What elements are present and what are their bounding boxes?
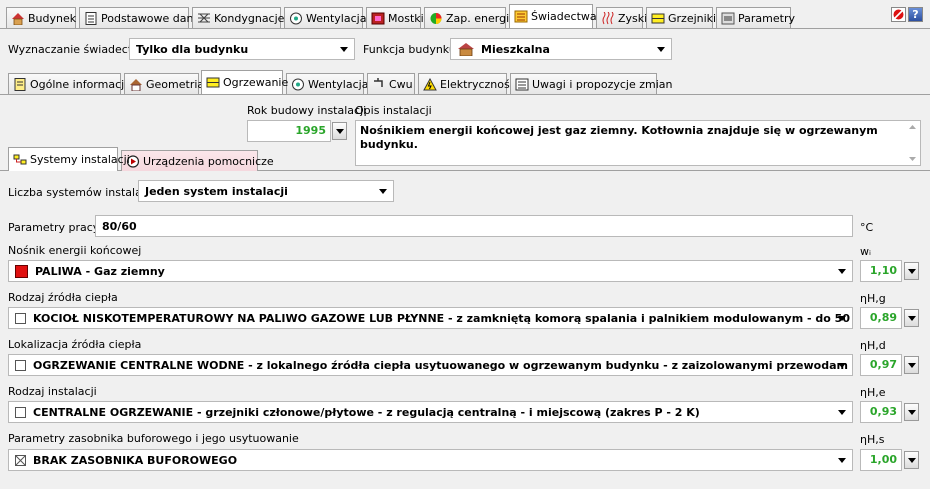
red-square-icon <box>15 264 28 278</box>
stop-button[interactable] <box>891 7 906 22</box>
tab-mostki[interactable]: Mostki <box>366 7 424 28</box>
tab-wentylacja-sub[interactable]: Wentylacja <box>286 73 368 94</box>
notes-icon <box>515 78 529 91</box>
chevron-down-icon <box>657 47 665 52</box>
coef-dropdown-button[interactable] <box>904 451 919 469</box>
work-params-field[interactable]: 80/60 <box>95 215 853 237</box>
fan-icon <box>289 12 303 25</box>
coef-label: ηH,s <box>860 433 885 446</box>
coef-label: wᵢ <box>860 245 871 258</box>
tab-systemy-instalacji[interactable]: Systemy instalacji <box>8 147 130 171</box>
coef-field[interactable]: 0,89 <box>860 307 902 329</box>
heat-gain-icon <box>601 11 615 25</box>
checkbox-icon <box>15 406 26 418</box>
chevron-down-icon <box>379 189 387 194</box>
chevron-down-icon <box>838 363 846 368</box>
coef-label: ηH,e <box>860 386 886 399</box>
coef-field[interactable]: 0,97 <box>860 354 902 376</box>
house-icon <box>11 12 25 25</box>
coef-dropdown-button[interactable] <box>904 403 919 421</box>
tab-wentylacja[interactable]: Wentylacja <box>284 7 366 28</box>
coef-field[interactable]: 0,93 <box>860 401 902 423</box>
coef-dropdown-button[interactable] <box>904 262 919 280</box>
tab-ogolne-informacje[interactable]: Ogólne informacje <box>8 73 131 94</box>
description-textarea[interactable]: Nośnikiem energii końcowej jest gaz ziem… <box>355 120 921 166</box>
coef-dropdown-button[interactable] <box>904 309 919 327</box>
heating-icon <box>206 76 220 89</box>
coef-field[interactable]: 1,10 <box>860 260 902 282</box>
warning-electric-icon <box>423 77 437 91</box>
chevron-down-icon <box>340 47 348 52</box>
checkbox-icon <box>15 312 26 324</box>
row-label: Parametry zasobnika buforowego i jego us… <box>8 432 299 445</box>
geometry-icon <box>129 78 143 91</box>
year-label: Rok budowy instalacji <box>247 104 367 117</box>
tab-budynek[interactable]: Budynek <box>6 7 76 28</box>
coef-dropdown-button[interactable] <box>904 356 919 374</box>
work-params-unit: °C <box>860 221 874 234</box>
parameters-icon <box>721 12 735 25</box>
pie-chart-icon <box>429 12 443 25</box>
heat-source-select[interactable]: KOCIOŁ NISKOTEMPERATUROWY NA PALIWO GAZO… <box>8 307 853 329</box>
radiator-icon <box>651 12 665 25</box>
tab-ogrzewanie[interactable]: Ogrzewanie <box>201 70 288 94</box>
chevron-down-icon <box>838 269 846 274</box>
tap-icon <box>372 77 386 91</box>
systems-count-label: Liczba systemów instalacji <box>8 186 154 199</box>
buffer-tank-select[interactable]: BRAK ZASOBNIKA BUFOROWEGO <box>8 449 853 471</box>
tab-kondygnacje[interactable]: Kondygnacje <box>192 7 284 28</box>
tab-grzejniki[interactable]: Grzejniki <box>646 7 716 28</box>
chevron-down-icon <box>838 458 846 463</box>
energy-carrier-select[interactable]: PALIWA - Gaz ziemny <box>8 260 853 282</box>
chevron-down-icon <box>838 410 846 415</box>
checkbox-icon <box>15 359 26 371</box>
tab-cwu[interactable]: Cwu <box>367 73 415 94</box>
function-label: Funkcja budynku <box>363 43 456 56</box>
tab-geometria[interactable]: Geometria <box>124 73 204 94</box>
tab-parametry[interactable]: Parametry <box>716 7 795 28</box>
year-field[interactable]: 1995 <box>247 120 331 142</box>
tab-swiadectwa[interactable]: Świadectwa <box>509 4 597 28</box>
row-label: Rodzaj instalacji <box>8 385 97 398</box>
help-button[interactable]: ? <box>908 7 923 22</box>
description-label: Opis instalacji <box>355 104 432 117</box>
systems-count-select[interactable]: Jeden system instalacji <box>138 180 394 202</box>
chevron-down-icon <box>838 316 846 321</box>
row-label: Rodzaj źródła ciepła <box>8 291 118 304</box>
bridge-icon <box>371 12 385 25</box>
coef-label: ηH,d <box>860 339 886 352</box>
info-doc-icon <box>13 77 27 91</box>
certificate-label: Wyznaczanie świadectw <box>8 43 142 56</box>
tab-urzadzenia-pomocnicze[interactable]: Urządzenia pomocnicze <box>121 150 274 171</box>
document-icon <box>84 11 98 25</box>
fan-icon <box>291 78 305 91</box>
row-label: Lokalizacja źródła ciepła <box>8 338 142 351</box>
year-dropdown-button[interactable] <box>332 122 347 140</box>
tab-zap-energii[interactable]: Zap. energii <box>424 7 512 28</box>
description-scrollbar[interactable] <box>905 121 920 165</box>
tab-podstawowe-dane[interactable]: Podstawowe dane <box>79 7 200 28</box>
crossed-checkbox-icon <box>15 454 26 466</box>
house-icon <box>458 43 474 56</box>
coef-label: ηH,g <box>860 292 886 305</box>
installation-type-select[interactable]: CENTRALNE OGRZEWANIE - grzejniki członow… <box>8 401 853 423</box>
systems-icon <box>13 153 27 166</box>
certificate-select[interactable]: Tylko dla budynku <box>129 38 355 60</box>
function-select[interactable]: Mieszkalna <box>450 38 672 60</box>
coef-field[interactable]: 1,00 <box>860 449 902 471</box>
tab-elektrycznosc[interactable]: Elektryczność <box>418 73 516 94</box>
row-label: Nośnik energii końcowej <box>8 244 142 257</box>
certificate-icon <box>514 10 528 23</box>
floors-icon <box>197 12 211 25</box>
tab-zyski[interactable]: Zyski <box>596 7 647 28</box>
heat-source-location-select[interactable]: OGRZEWANIE CENTRALNE WODNE - z lokalnego… <box>8 354 853 376</box>
stop-icon <box>893 9 904 20</box>
tab-uwagi[interactable]: Uwagi i propozycje zmian <box>510 73 673 94</box>
work-params-label: Parametry pracy <box>8 221 100 234</box>
